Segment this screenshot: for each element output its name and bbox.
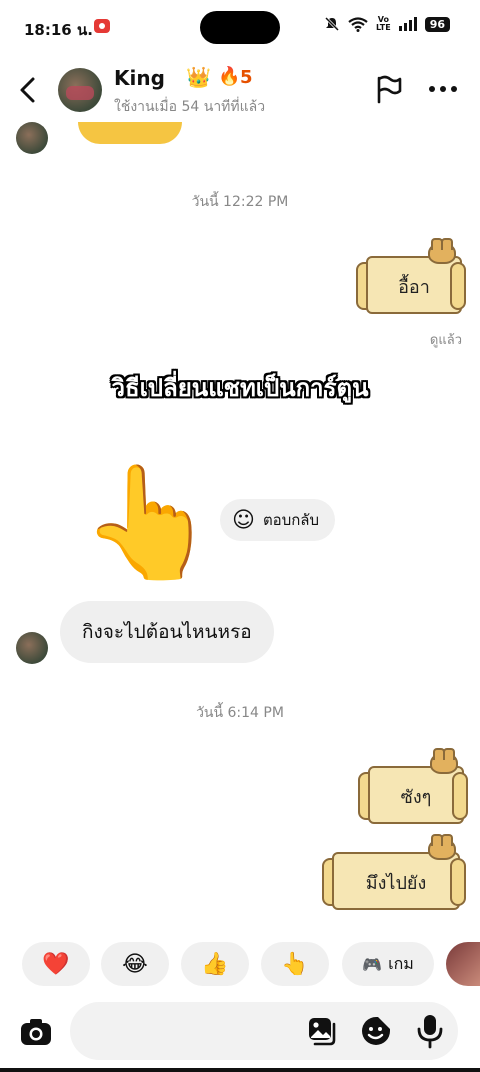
message-input-wrapper[interactable] bbox=[70, 1002, 458, 1060]
partial-hand-emoji bbox=[78, 122, 182, 144]
mute-bell-icon bbox=[324, 16, 340, 32]
sticker-message[interactable]: มึงไปยัง bbox=[322, 834, 466, 914]
laugh-icon: 😂 bbox=[122, 951, 148, 977]
overlay-caption: วิธีเปลี่ยนแชทเป็นการ์ตูน bbox=[111, 374, 369, 402]
sender-avatar bbox=[16, 632, 48, 664]
status-time: 18:16 น. bbox=[24, 21, 93, 39]
screen-record-icon bbox=[94, 19, 110, 33]
ellipsis-shape bbox=[429, 86, 457, 92]
reply-button[interactable]: ☺ ตอบกลับ bbox=[220, 499, 336, 541]
thumbs-up-icon: 👍 bbox=[201, 951, 229, 977]
camera-icon[interactable] bbox=[18, 1014, 54, 1050]
chat-thread[interactable]: วันนี้ 12:22 PM อื้อา ดูแล้ว วิธีเปลี่ยน… bbox=[0, 122, 480, 937]
sticker-icon[interactable] bbox=[360, 1015, 392, 1047]
quick-reply-thumbs-up[interactable]: 👍 bbox=[181, 942, 249, 986]
sticker-shape bbox=[362, 1017, 390, 1045]
reply-label: ตอบกลับ bbox=[262, 511, 320, 529]
camera-shape bbox=[21, 1019, 51, 1045]
battery-indicator: 96 bbox=[424, 16, 450, 32]
microphone-icon[interactable] bbox=[414, 1013, 446, 1049]
chevron-left-icon bbox=[20, 77, 35, 103]
wifi-icon bbox=[348, 16, 368, 32]
flag-icon[interactable] bbox=[374, 74, 404, 104]
sender-avatar bbox=[16, 122, 48, 154]
message-composer bbox=[0, 1000, 480, 1066]
back-button[interactable] bbox=[14, 72, 44, 108]
message-input[interactable] bbox=[86, 1002, 306, 1060]
status-icons: Vo LTE 96 bbox=[324, 16, 450, 32]
incoming-message[interactable]: กิงจะไปต้อนไหนหรอ bbox=[60, 601, 274, 663]
microphone-shape bbox=[417, 1015, 443, 1049]
timestamp: วันนี้ 12:22 PM bbox=[191, 194, 289, 210]
quick-reply-row: ❤️ 😂 👍 👆 🎮 เกม bbox=[0, 942, 480, 988]
volte-indicator: Vo LTE bbox=[376, 16, 391, 32]
gamepad-icon: 🎮 bbox=[362, 954, 383, 974]
dynamic-island bbox=[200, 11, 280, 44]
flag-shape bbox=[377, 75, 402, 104]
gallery-icon[interactable] bbox=[306, 1015, 338, 1047]
doge-icon bbox=[430, 748, 458, 774]
games-label: เกม bbox=[388, 953, 414, 973]
status-bar: 18:16 น. Vo LTE 96 bbox=[0, 0, 480, 56]
sticker-text: อื้อา bbox=[398, 277, 430, 298]
sticker-text: มึงไปยัง bbox=[365, 873, 427, 894]
sticker-message[interactable]: ซังๆ bbox=[358, 748, 468, 828]
signal-icon bbox=[398, 17, 417, 31]
streak-count: 5 bbox=[240, 67, 253, 88]
pointing-hand-emoji[interactable]: 👆 bbox=[80, 462, 217, 582]
more-options-icon[interactable] bbox=[428, 74, 458, 104]
heart-icon: ❤️ bbox=[42, 951, 70, 977]
crown-icon: 👑 bbox=[186, 65, 211, 89]
quick-reply-heart[interactable]: ❤️ bbox=[22, 942, 90, 986]
doge-icon bbox=[428, 834, 456, 860]
sticker-message[interactable]: อื้อา bbox=[356, 238, 466, 318]
gallery-shape bbox=[309, 1018, 336, 1046]
seen-indicator: ดูแล้ว bbox=[429, 333, 462, 348]
quick-reply-games[interactable]: 🎮 เกม bbox=[342, 942, 434, 986]
quick-reply-point-up[interactable]: 👆 bbox=[261, 942, 329, 986]
contact-name[interactable]: King bbox=[114, 66, 165, 90]
home-indicator-edge bbox=[0, 1068, 480, 1072]
doge-icon bbox=[428, 238, 456, 264]
timestamp: วันนี้ 6:14 PM bbox=[196, 705, 284, 721]
point-up-icon: 👆 bbox=[281, 951, 309, 977]
contact-avatar[interactable] bbox=[58, 68, 102, 112]
chat-header: King 👑 🔥 5 ใช้งานเมื่อ 54 นาทีที่แล้ว bbox=[0, 58, 480, 122]
last-seen-status: ใช้งานเมื่อ 54 นาทีที่แล้ว bbox=[114, 99, 266, 115]
fire-icon: 🔥 bbox=[218, 66, 241, 87]
quick-reply-laugh[interactable]: 😂 bbox=[101, 942, 169, 986]
smile-icon: ☺ bbox=[232, 507, 255, 533]
sticker-text: ซังๆ bbox=[400, 787, 432, 808]
volte-bottom: LTE bbox=[375, 23, 391, 32]
quick-reply-photo[interactable] bbox=[446, 942, 480, 986]
